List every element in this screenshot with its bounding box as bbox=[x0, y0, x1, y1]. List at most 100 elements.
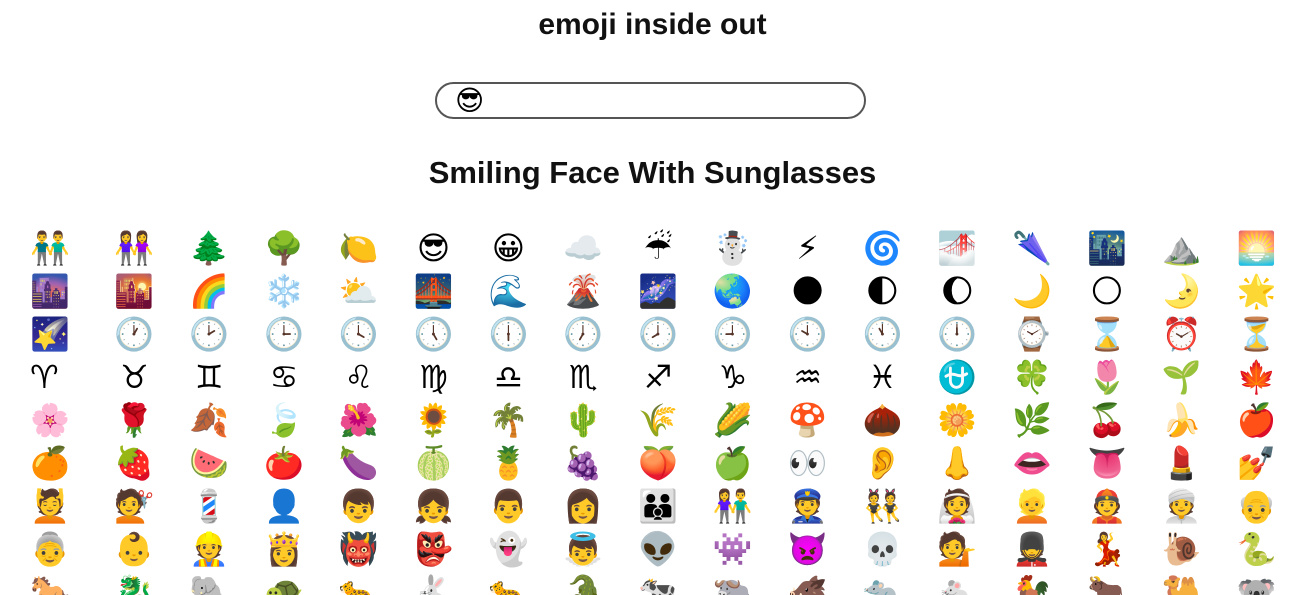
emoji-cell[interactable]: 🍇 bbox=[546, 441, 621, 484]
emoji-cell[interactable]: 🍄 bbox=[770, 398, 845, 441]
emoji-cell[interactable]: 🌠 bbox=[30, 312, 97, 355]
emoji-cell[interactable]: 🌁 bbox=[920, 226, 995, 269]
emoji-cell[interactable]: 👯 bbox=[845, 484, 920, 527]
emoji-cell[interactable]: 👄 bbox=[995, 441, 1070, 484]
emoji-cell[interactable]: 🐀 bbox=[845, 570, 920, 595]
emoji-cell[interactable]: 👫 bbox=[695, 484, 770, 527]
emoji-cell[interactable]: ♍ bbox=[396, 355, 471, 398]
emoji-cell[interactable]: 💅 bbox=[1219, 441, 1294, 484]
emoji-cell[interactable]: 🕛 bbox=[920, 312, 995, 355]
emoji-cell[interactable]: ♒ bbox=[770, 355, 845, 398]
emoji-cell[interactable]: 🌸 bbox=[30, 398, 97, 441]
emoji-cell[interactable]: 🌽 bbox=[695, 398, 770, 441]
emoji-cell[interactable]: 💄 bbox=[1144, 441, 1219, 484]
emoji-cell[interactable]: 💂 bbox=[995, 527, 1070, 570]
emoji-cell[interactable]: 🌴 bbox=[471, 398, 546, 441]
emoji-cell[interactable]: 👂 bbox=[845, 441, 920, 484]
emoji-cell[interactable]: 🍒 bbox=[1070, 398, 1145, 441]
emoji-cell[interactable]: 🌂 bbox=[995, 226, 1070, 269]
emoji-cell[interactable]: 👿 bbox=[770, 527, 845, 570]
emoji-cell[interactable]: 🌌 bbox=[621, 269, 696, 312]
emoji-cell[interactable]: 👮 bbox=[770, 484, 845, 527]
emoji-cell[interactable]: 👸 bbox=[247, 527, 322, 570]
emoji-cell[interactable]: 💇 bbox=[97, 484, 172, 527]
emoji-cell[interactable]: 👪 bbox=[621, 484, 696, 527]
emoji-cell[interactable]: 🐇 bbox=[396, 570, 471, 595]
emoji-cell[interactable]: 🐆 bbox=[471, 570, 546, 595]
emoji-cell[interactable]: 🐆 bbox=[321, 570, 396, 595]
emoji-cell[interactable]: 🍏 bbox=[695, 441, 770, 484]
emoji-cell[interactable]: ♏ bbox=[546, 355, 621, 398]
emoji-cell[interactable]: 👴 bbox=[1219, 484, 1294, 527]
emoji-cell[interactable]: 👩 bbox=[546, 484, 621, 527]
emoji-cell[interactable]: ⛰️ bbox=[1144, 226, 1219, 269]
emoji-cell[interactable]: 🌑 bbox=[770, 269, 845, 312]
emoji-cell[interactable]: ♉ bbox=[97, 355, 172, 398]
emoji-cell[interactable]: 👭 bbox=[97, 226, 172, 269]
emoji-cell[interactable]: 👰 bbox=[920, 484, 995, 527]
emoji-cell[interactable]: 🌺 bbox=[321, 398, 396, 441]
emoji-cell[interactable]: 🌅 bbox=[1219, 226, 1294, 269]
emoji-cell[interactable]: 🕔 bbox=[396, 312, 471, 355]
emoji-cell[interactable]: ⛅ bbox=[321, 269, 396, 312]
emoji-cell[interactable]: 👃 bbox=[920, 441, 995, 484]
emoji-cell[interactable]: ♈ bbox=[30, 355, 97, 398]
emoji-cell[interactable]: ⏳ bbox=[1219, 312, 1294, 355]
emoji-cell[interactable]: ⛎ bbox=[920, 355, 995, 398]
emoji-cell[interactable]: 🐓 bbox=[995, 570, 1070, 595]
emoji-cell[interactable]: 🕒 bbox=[247, 312, 322, 355]
emoji-cell[interactable]: 🌀 bbox=[845, 226, 920, 269]
emoji-cell[interactable]: 🍋 bbox=[321, 226, 396, 269]
emoji-cell[interactable]: 🍅 bbox=[247, 441, 322, 484]
emoji-cell[interactable]: ⚡ bbox=[770, 226, 845, 269]
emoji-cell[interactable]: 👬 bbox=[30, 226, 97, 269]
emoji-cell[interactable]: 🌓 bbox=[845, 269, 920, 312]
emoji-cell[interactable]: 🌱 bbox=[1144, 355, 1219, 398]
emoji-cell[interactable]: 🌇 bbox=[97, 269, 172, 312]
emoji-cell[interactable]: 👤 bbox=[247, 484, 322, 527]
emoji-cell[interactable]: ♐ bbox=[621, 355, 696, 398]
emoji-cell[interactable]: 🕙 bbox=[770, 312, 845, 355]
emoji-cell[interactable]: 👼 bbox=[546, 527, 621, 570]
emoji-cell[interactable]: 🐂 bbox=[1070, 570, 1145, 595]
emoji-cell[interactable]: 🍆 bbox=[321, 441, 396, 484]
emoji-cell[interactable]: 🐃 bbox=[695, 570, 770, 595]
emoji-cell[interactable]: 🌹 bbox=[97, 398, 172, 441]
emoji-cell[interactable]: 🐍 bbox=[1219, 527, 1294, 570]
emoji-cell[interactable]: 🐨 bbox=[1219, 570, 1294, 595]
emoji-cell[interactable]: 🌕 bbox=[1070, 269, 1145, 312]
emoji-cell[interactable]: ♓ bbox=[845, 355, 920, 398]
emoji-cell[interactable]: 🌉 bbox=[396, 269, 471, 312]
emoji-cell[interactable]: 🕗 bbox=[621, 312, 696, 355]
emoji-cell[interactable]: 🌻 bbox=[396, 398, 471, 441]
emoji-cell[interactable]: 🍈 bbox=[396, 441, 471, 484]
emoji-cell[interactable]: 👀 bbox=[770, 441, 845, 484]
emoji-cell[interactable]: 👲 bbox=[1070, 484, 1145, 527]
emoji-cell[interactable]: 🍑 bbox=[621, 441, 696, 484]
emoji-cell[interactable]: 🍓 bbox=[97, 441, 172, 484]
emoji-cell[interactable]: 🍊 bbox=[30, 441, 97, 484]
emoji-cell[interactable]: 🌲 bbox=[172, 226, 247, 269]
emoji-cell[interactable]: 🌾 bbox=[621, 398, 696, 441]
emoji-cell[interactable]: ♋ bbox=[247, 355, 322, 398]
emoji-cell[interactable]: 🌟 bbox=[1219, 269, 1294, 312]
emoji-cell[interactable]: 👧 bbox=[396, 484, 471, 527]
emoji-cell[interactable]: 🌙 bbox=[995, 269, 1070, 312]
emoji-cell[interactable]: 🕓 bbox=[321, 312, 396, 355]
emoji-cell[interactable]: 🐉 bbox=[97, 570, 172, 595]
emoji-cell[interactable]: 🍂 bbox=[172, 398, 247, 441]
emoji-cell[interactable]: 🌰 bbox=[845, 398, 920, 441]
emoji-cell[interactable]: 👨 bbox=[471, 484, 546, 527]
emoji-cell[interactable]: 🍍 bbox=[471, 441, 546, 484]
emoji-cell[interactable]: ⌛ bbox=[1070, 312, 1145, 355]
emoji-cell[interactable]: 🕖 bbox=[546, 312, 621, 355]
emoji-cell[interactable]: 🍌 bbox=[1144, 398, 1219, 441]
emoji-cell[interactable]: 💁 bbox=[920, 527, 995, 570]
emoji-cell[interactable]: 👾 bbox=[695, 527, 770, 570]
emoji-cell[interactable]: 🌔 bbox=[920, 269, 995, 312]
emoji-cell[interactable]: 🌃 bbox=[1070, 226, 1145, 269]
emoji-cell[interactable]: 🐁 bbox=[920, 570, 995, 595]
emoji-cell[interactable]: 🐌 bbox=[1144, 527, 1219, 570]
emoji-cell[interactable]: ♎ bbox=[471, 355, 546, 398]
emoji-cell[interactable]: 🍀 bbox=[995, 355, 1070, 398]
